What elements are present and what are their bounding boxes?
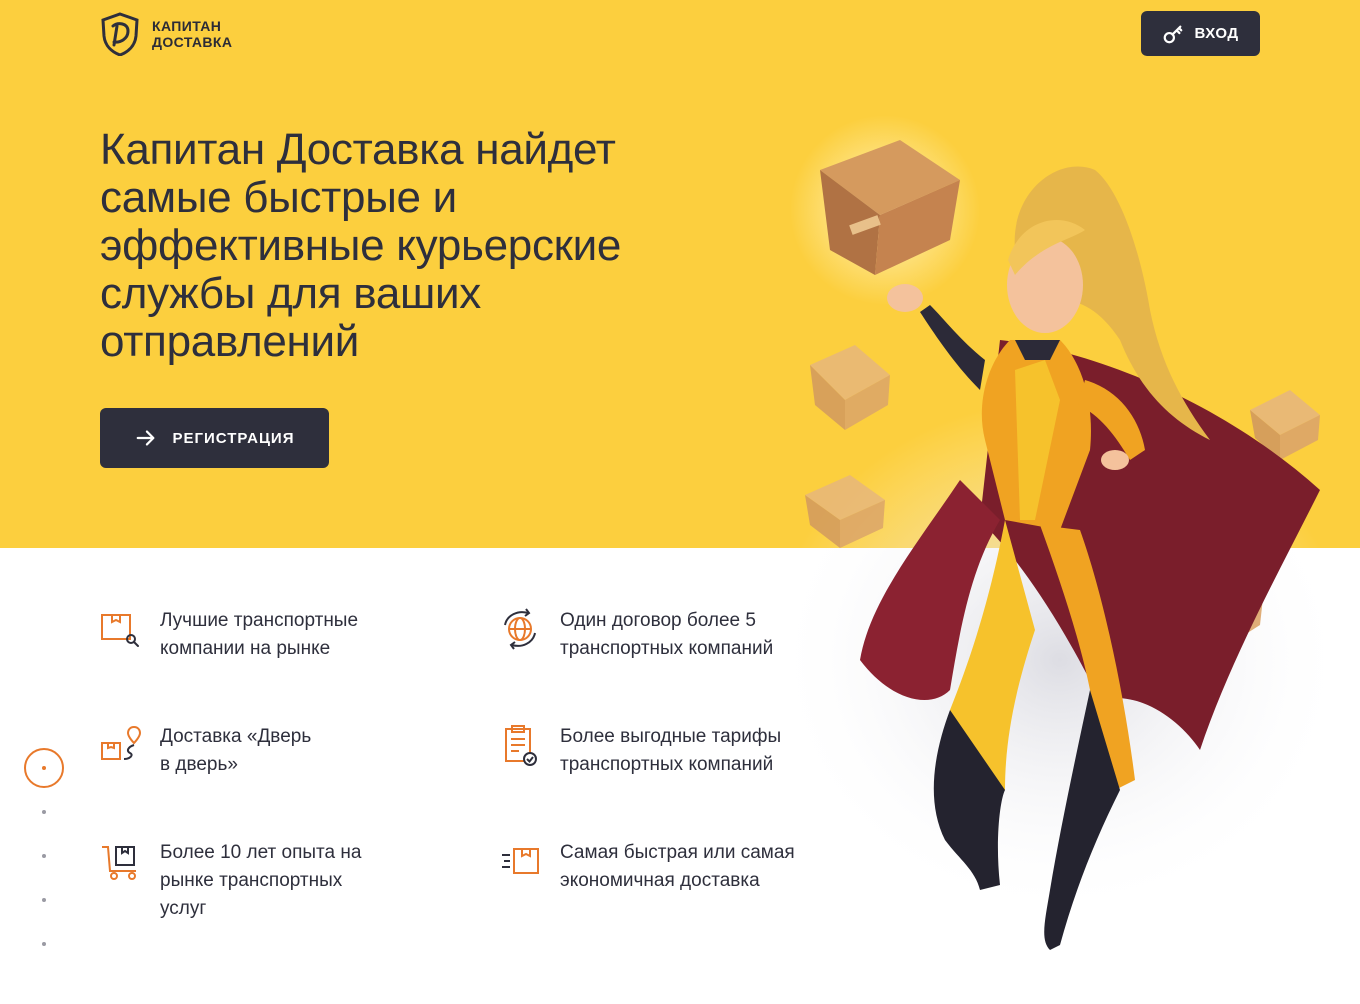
feature-text: Более 10 лет опыта на рынке транспортных…	[160, 842, 362, 919]
hero-illustration	[770, 115, 1350, 950]
feature-text: Один договор более 5 транспортных компан…	[560, 610, 774, 659]
pagination-dot[interactable]	[42, 942, 46, 946]
hero-headline: Капитан Доставка найдет самые быстрые и …	[100, 125, 622, 366]
feature-text: Лучшие транспортные компании на рынке	[160, 610, 359, 659]
login-label: ВХОД	[1194, 25, 1239, 42]
feature-item: Один договор более 5 транспортных компан…	[500, 607, 830, 663]
feature-item: Более 10 лет опыта на рынке транспортных…	[100, 839, 430, 923]
feature-item: Более выгодные тарифы транспортных компа…	[500, 723, 830, 779]
logo-line2: ДОСТАВКА	[152, 34, 233, 50]
clipboard-check-icon	[505, 725, 537, 766]
box-search-icon	[101, 614, 139, 647]
register-button[interactable]: РЕГИСТРАЦИЯ	[100, 408, 329, 468]
pagination-dot-active[interactable]	[24, 748, 64, 788]
globe-sync-icon	[504, 608, 536, 650]
register-label: РЕГИСТРАЦИЯ	[172, 429, 295, 447]
feature-item: Лучшие транспортные компании на рынке	[100, 607, 430, 663]
box-route-icon	[101, 725, 142, 760]
feature-item: Доставка «Дверь в дверь»	[100, 723, 430, 779]
feature-item: Самая быстрая или самая экономичная дост…	[500, 839, 830, 895]
pagination-dot[interactable]	[42, 810, 46, 814]
feature-text: Более выгодные тарифы транспортных компа…	[560, 726, 782, 775]
logo-text: КАПИТАН ДОСТАВКА	[152, 18, 232, 50]
feature-text: Доставка «Дверь в дверь»	[160, 726, 312, 775]
arrow-right-icon	[136, 430, 154, 446]
key-icon	[1164, 25, 1183, 43]
login-button[interactable]: ВХОД	[1141, 11, 1260, 56]
fast-box-icon	[502, 848, 539, 874]
logo[interactable]: КАПИТАН ДОСТАВКА	[100, 12, 232, 56]
feature-text: Самая быстрая или самая экономичная дост…	[560, 842, 795, 891]
cart-box-icon	[102, 846, 136, 880]
pagination-dot[interactable]	[42, 898, 46, 902]
pagination-dot[interactable]	[42, 854, 46, 858]
shield-logo-icon	[101, 12, 139, 56]
logo-line1: КАПИТАН	[152, 18, 222, 34]
